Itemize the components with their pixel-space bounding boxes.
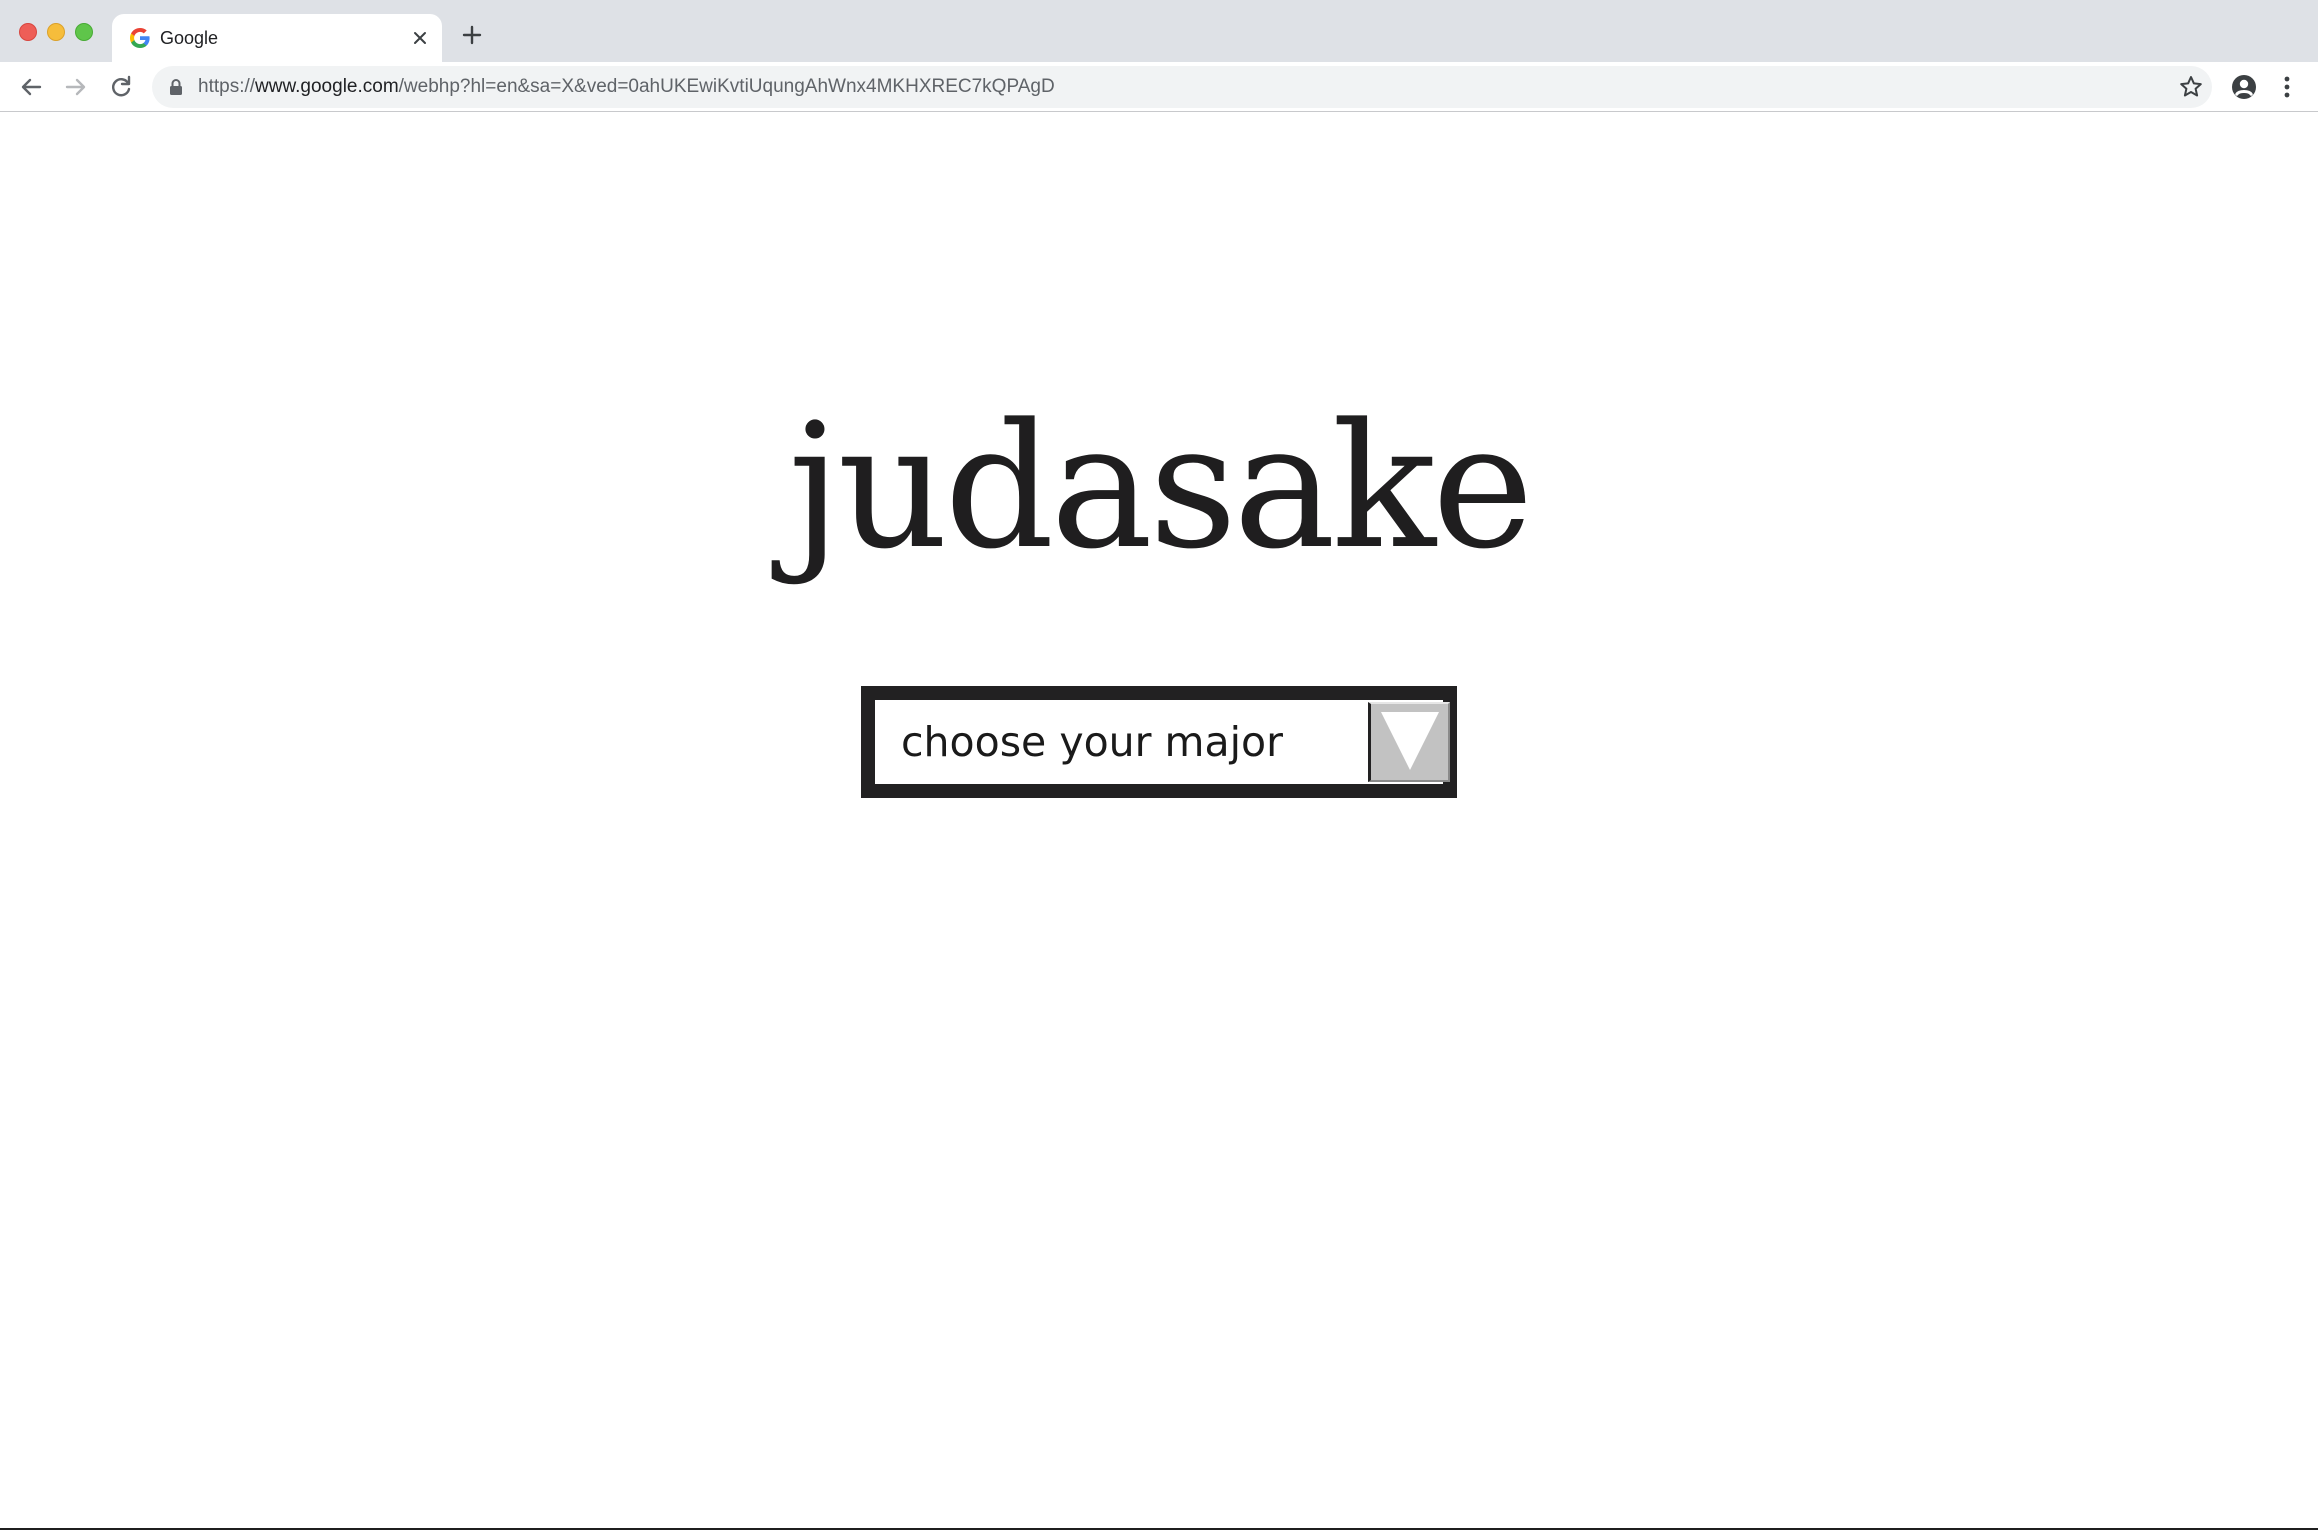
browser-toolbar: https://www.google.com/webhp?hl=en&sa=X&… bbox=[0, 62, 2318, 112]
window-close-button[interactable] bbox=[19, 23, 37, 41]
url-path: /webhp?hl=en&sa=X&ved=0ahUKEwiKvtiUqungA… bbox=[398, 76, 1055, 97]
vertical-dots-icon[interactable] bbox=[2272, 72, 2302, 102]
address-url[interactable]: https://www.google.com/webhp?hl=en&sa=X&… bbox=[198, 66, 1055, 108]
page-content: judasake choose your major bbox=[0, 112, 2318, 1530]
tab-google[interactable]: Google bbox=[112, 14, 442, 62]
tab-title: Google bbox=[160, 28, 219, 48]
account-circle-icon[interactable] bbox=[2229, 72, 2259, 102]
lock-icon[interactable] bbox=[166, 77, 186, 97]
major-select[interactable]: choose your major bbox=[861, 686, 1457, 798]
url-host: www.google.com bbox=[255, 76, 399, 97]
window-minimize-button[interactable] bbox=[47, 23, 65, 41]
window-maximize-button[interactable] bbox=[75, 23, 93, 41]
browser-tabstrip: Google bbox=[0, 0, 2318, 62]
reload-icon[interactable] bbox=[106, 72, 136, 102]
google-g-icon bbox=[130, 28, 150, 48]
star-icon[interactable] bbox=[2178, 74, 2204, 100]
major-select-arrow-button[interactable] bbox=[1368, 702, 1450, 782]
address-bar[interactable]: https://www.google.com/webhp?hl=en&sa=X&… bbox=[152, 66, 2212, 108]
arrow-right-icon[interactable] bbox=[61, 72, 91, 102]
site-logo: judasake bbox=[788, 386, 1534, 587]
triangle-down-icon bbox=[1381, 712, 1439, 770]
major-select-value: choose your major bbox=[901, 718, 1283, 766]
plus-icon[interactable] bbox=[458, 21, 486, 49]
url-scheme: https:// bbox=[198, 76, 256, 97]
close-icon[interactable] bbox=[408, 26, 432, 50]
arrow-left-icon[interactable] bbox=[16, 72, 46, 102]
